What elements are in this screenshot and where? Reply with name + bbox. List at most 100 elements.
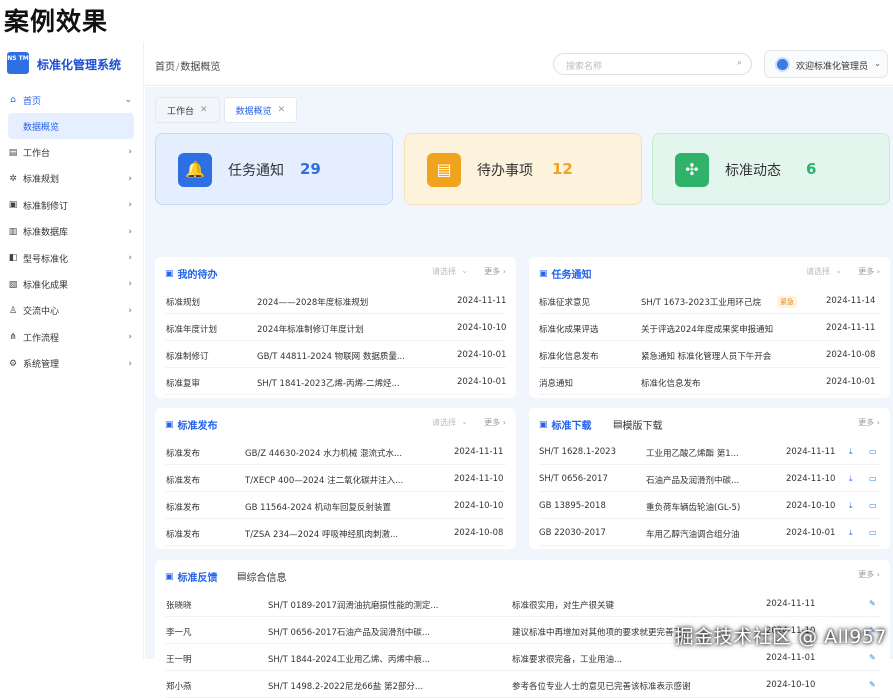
list-row[interactable]: 消息通知 标准化信息发布 2024-10-01: [539, 368, 880, 395]
row-comment: 标准要求很完备，工业用油...: [512, 655, 623, 665]
sidebar-item[interactable]: ⋔ 工作流程 ›: [0, 324, 144, 350]
list-row[interactable]: 标准发布 GB/Z 44630-2024 水力机械 混流式水... 2024-11-…: [165, 438, 506, 465]
list-row[interactable]: 郑小燕 SH/T 1498.2-2022尼龙66盐 第2部分... 参考各位专业人士…: [165, 671, 880, 698]
tab-item[interactable]: 工作台 ✕: [155, 97, 220, 123]
row-date: 2024-11-01: [766, 653, 816, 663]
filter-select[interactable]: 请选择: [432, 417, 456, 428]
list-row[interactable]: 标准规划 2024——2028年度标准规划 2024-11-11: [165, 287, 506, 314]
search-placeholder: 搜索名称: [566, 62, 603, 72]
breadcrumb-home[interactable]: 首页: [155, 62, 175, 73]
row-date: 2024-11-11: [786, 447, 836, 457]
card-title[interactable]: ▣ 我的待办: [165, 266, 218, 282]
list-row[interactable]: 标准复审 SH/T 1841-2023乙烯-丙烯-二烯烃... 2024-10-01: [165, 368, 506, 395]
card-title[interactable]: ▣ 标准发布: [165, 417, 218, 433]
list-row[interactable]: 标准发布 GB 11564-2024 机动车回复反射装置 2024-10-10: [165, 492, 506, 519]
more-link[interactable]: 更多 ›: [858, 569, 880, 580]
row-date: 2024-11-11: [826, 323, 876, 333]
filter-select[interactable]: 请选择: [432, 266, 456, 277]
edit-icon[interactable]: ✎: [869, 680, 876, 689]
list-row[interactable]: 标准发布 T/ZSA 234—2024 呼吸神经肌肉刺激... 2024-10-08: [165, 519, 506, 546]
sidebar-item[interactable]: ✲ 标准规划 ›: [0, 166, 144, 192]
card-title[interactable]: ▣ 标准反馈: [165, 569, 218, 585]
download-icon[interactable]: ⤓: [849, 528, 853, 538]
sidebar-item[interactable]: ▥ 标准数据库 ›: [0, 219, 144, 245]
edit-icon[interactable]: ✎: [869, 599, 876, 608]
case-title: 案例效果: [4, 7, 109, 36]
sidebar-item-label: 型号标准化: [23, 254, 69, 265]
sidebar-item[interactable]: ⌂ 首页 ⌄: [0, 87, 144, 113]
download-icon[interactable]: ⤓: [849, 447, 853, 457]
preview-icon[interactable]: ▭: [869, 501, 877, 510]
sidebar-item[interactable]: ▧ 标准化成果 ›: [0, 271, 144, 297]
list-row[interactable]: SH/T 1628.1-2023 工业用乙酸乙烯酯 第1... 2024-11-11…: [539, 438, 880, 465]
user-menu[interactable]: 欢迎标准化管理员 ⌄: [764, 50, 888, 78]
download-card: ▣ 标准下载 ▤ 模版下载 更多 › SH/T 1628.1-2023 工业用乙酸乙烯酯 第…: [529, 408, 890, 549]
row-type: 标准征求意见: [539, 298, 591, 308]
tab-item[interactable]: 数据概览 ✕: [223, 97, 298, 123]
stat-value: 29: [300, 160, 321, 178]
row-type: 标准发布: [166, 530, 201, 540]
list-row[interactable]: 标准年度计划 2024年标准制修订年度计划 2024-10-10: [165, 314, 506, 341]
list-row[interactable]: 标准发布 T/XECP 400—2024 注二氧化碳井注入... 2024-11-1…: [165, 465, 506, 492]
more-link[interactable]: 更多 ›: [484, 417, 506, 428]
close-icon[interactable]: ✕: [278, 105, 286, 115]
filter-select[interactable]: 请选择: [806, 266, 830, 277]
list-row[interactable]: GB 22030-2017 车用乙醇汽油调合组分油 2024-10-01 ⤓ ▭: [539, 519, 880, 546]
chevron-down-icon: ⌄: [461, 266, 468, 275]
download-icon[interactable]: ⤓: [849, 474, 853, 484]
more-link[interactable]: 更多 ›: [484, 266, 506, 277]
row-title: 2024年标准制修订年度计划: [257, 325, 364, 335]
card-title[interactable]: ▣ 任务通知: [539, 266, 592, 282]
row-date: 2024-11-11: [766, 599, 816, 609]
row-code: SH/T 1628.1-2023: [539, 447, 616, 457]
list-row[interactable]: 标准化信息发布 紧急通知 标准化管理人员下午开会 2024-10-08: [539, 341, 880, 368]
sidebar-item-label: 标准数据库: [23, 228, 69, 239]
row-comment: 标准很实用，对生产很关键: [512, 601, 615, 611]
sidebar-item[interactable]: ⚙ 系统管理 ›: [0, 351, 144, 377]
row-title: 工业用乙酸乙烯酯 第1...: [646, 449, 739, 459]
row-type: 标准发布: [166, 476, 201, 486]
stat-value: 12: [552, 160, 573, 178]
sidebar: NS TM 标准化管理系统 ⌂ 首页 ⌄ 数据概览 ▤ 工作台 › ✲ 标准规划 › ▣ 标准制修订 ›…: [0, 42, 144, 659]
row-date: 2024-11-11: [454, 447, 504, 457]
card-title-secondary[interactable]: ▤ 模版下载: [613, 417, 662, 432]
sidebar-item[interactable]: ▤ 工作台 ›: [0, 139, 144, 165]
edit-icon[interactable]: ✎: [869, 653, 876, 662]
preview-icon[interactable]: ▭: [869, 474, 877, 483]
row-title: 石油产品及润滑剂中碳...: [646, 476, 740, 486]
row-title: 关于评选2024年度成果奖申报通知: [641, 325, 774, 335]
sidebar-item[interactable]: ◧ 型号标准化 ›: [0, 245, 144, 271]
card-title[interactable]: ▣ 标准下载: [539, 417, 592, 433]
search-input[interactable]: 搜索名称 ⌕: [553, 53, 752, 75]
sidebar-subitem[interactable]: 数据概览: [8, 113, 134, 140]
list-row[interactable]: SH/T 0656-2017 石油产品及润滑剂中碳... 2024-11-10 ⤓ ▭: [539, 465, 880, 492]
list-row[interactable]: GB 13895-2018 重负荷车辆齿轮油(GL-5) 2024-10-10 ⤓ ▭: [539, 492, 880, 519]
template-icon: ▤: [613, 419, 623, 430]
chevron-right-icon: ›: [128, 226, 132, 237]
avatar: [775, 57, 790, 72]
more-label: 更多: [858, 267, 875, 276]
download-icon[interactable]: ⤓: [849, 501, 853, 511]
list-row[interactable]: 标准化成果评选 关于评选2024年度成果奖申报通知 2024-11-11: [539, 314, 880, 341]
chevron-down-icon: ⌄: [835, 266, 842, 275]
stat-card[interactable]: ✣ 标准动态 6: [652, 133, 890, 205]
stat-card[interactable]: 🔔 任务通知 29: [155, 133, 393, 205]
chevron-down-icon: ⌄: [461, 417, 468, 426]
preview-icon[interactable]: ▭: [869, 528, 877, 537]
close-icon[interactable]: ✕: [200, 105, 208, 115]
more-link[interactable]: 更多 ›: [858, 417, 880, 428]
stat-label: 待办事项: [477, 163, 533, 179]
sidebar-item[interactable]: ▣ 标准制修订 ›: [0, 192, 144, 218]
preview-icon[interactable]: ▭: [869, 447, 877, 456]
urgent-badge: 紧急: [777, 296, 797, 308]
notice-card: ▣ 任务通知 请选择 ⌄ 更多 › 标准征求意见 SH/T 1673-2023工业用环己烷…: [529, 257, 890, 398]
list-row[interactable]: 标准征求意见 SH/T 1673-2023工业用环己烷 紧急 2024-11-14: [539, 287, 880, 314]
list-row[interactable]: 张晓晓 SH/T 0189-2017润滑油抗磨损性能的测定... 标准很实用，对生产…: [165, 590, 880, 617]
stat-card[interactable]: ▤ 待办事项 12: [404, 133, 642, 205]
search-icon[interactable]: ⌕: [737, 58, 742, 68]
list-row[interactable]: 标准制修订 GB/T 44811-2024 物联网 数据质量... 2024-10-…: [165, 341, 506, 368]
more-link[interactable]: 更多 ›: [858, 266, 880, 277]
chevron-right-icon: ›: [128, 147, 132, 158]
sidebar-item[interactable]: ♙ 交流中心 ›: [0, 298, 144, 324]
card-title-secondary[interactable]: ▤ 综合信息: [237, 569, 286, 584]
